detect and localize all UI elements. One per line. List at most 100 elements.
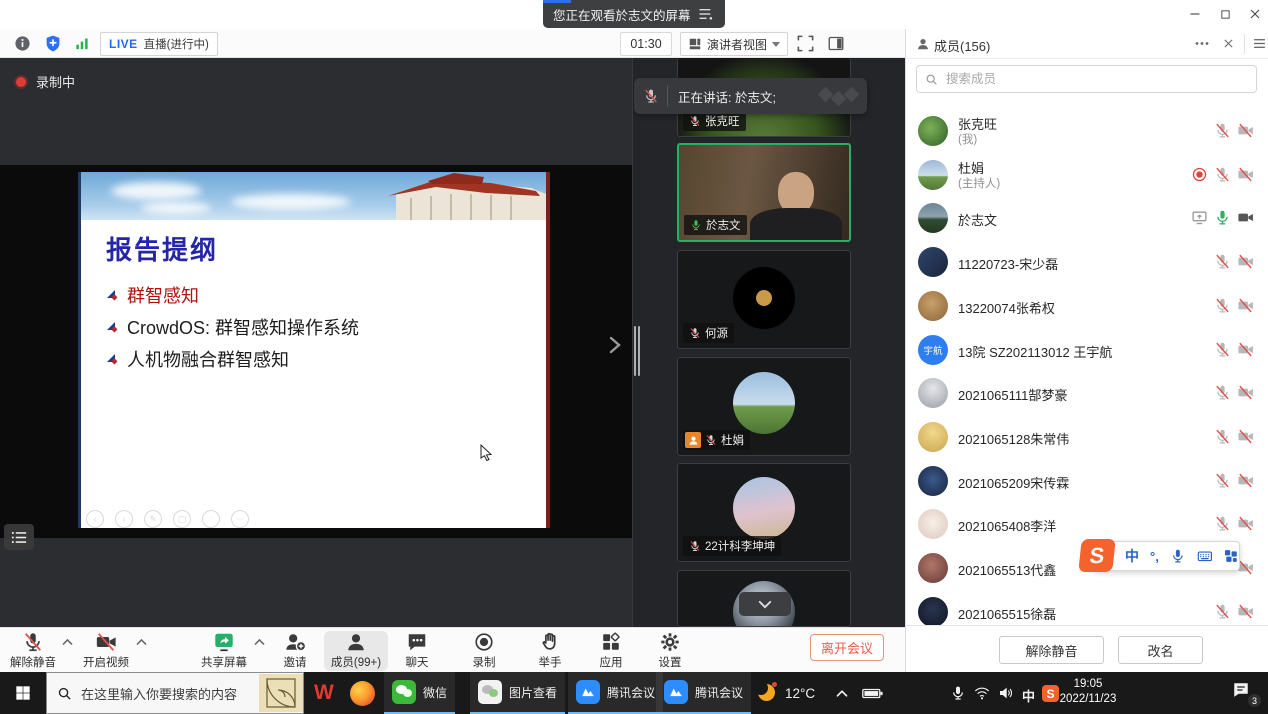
member-search[interactable] [916,65,1257,93]
avatar [918,160,948,190]
chat-button[interactable]: 聊天 [385,631,449,671]
avatar [918,378,948,408]
slide-banner-image [81,172,546,220]
member-row[interactable]: 13220074张希权 [906,284,1268,328]
member-row[interactable]: 杜娟 (主持人) [906,153,1268,197]
video-tile-heyuan[interactable]: 何源 [677,250,851,349]
more-options-icon[interactable] [1194,41,1210,46]
wechat-icon [392,680,416,704]
mic-muted-icon [1214,428,1231,445]
battery-icon[interactable] [862,687,883,700]
ime-lang-toggle[interactable]: 中 [1125,546,1139,566]
camera-muted-icon [1237,253,1254,270]
agenda-list-button[interactable] [4,524,34,550]
share-screen-button[interactable]: 共享屏幕 [192,631,256,671]
video-tile-yuzhiwen-active[interactable]: 於志文 [677,143,851,242]
settings-button[interactable]: 设置 [638,631,702,671]
tooltip-menu-icon[interactable] [699,8,713,20]
member-row[interactable]: 张克旺 (我) [906,109,1268,153]
member-row[interactable]: 2021065209宋传霖 [906,459,1268,503]
fullscreen-icon[interactable] [796,34,815,53]
close-panel-icon[interactable] [1223,38,1234,49]
meeting-toolbar: LIVE 直播(进行中) 01:30 演讲者视图 [0,29,905,58]
member-row[interactable]: 於志文 [906,196,1268,240]
mic-muted-icon [689,540,701,552]
network-signal-icon[interactable] [74,36,90,51]
taskbar-app-tencent-meeting-1[interactable]: 腾讯会议 [568,672,663,714]
live-badge: LIVE [109,37,138,51]
unmute-all-button[interactable]: 解除静音 [999,636,1104,664]
avatar [918,422,948,452]
member-row[interactable]: 2021065128朱常伟 [906,415,1268,459]
view-mode-selector[interactable]: 演讲者视图 [680,32,788,56]
taskbar-app-wechat[interactable]: 微信 [384,672,455,714]
recording-dot-icon [16,77,26,87]
tray-mic-icon[interactable] [950,685,966,701]
search-icon [57,686,72,701]
thumbnail-scrollbar[interactable] [634,326,640,376]
minimize-button[interactable] [1185,4,1205,24]
member-role: (我) [958,131,977,147]
start-video-button[interactable]: 开启视频 [74,631,138,671]
collapse-thumbnails-button[interactable] [739,592,791,616]
tile-name-pill: 杜娟 [683,430,750,450]
video-tile-likunkun[interactable]: 22计科李坤坤 [677,463,851,562]
golden-spiral-app[interactable] [259,674,303,712]
screen-sharing-icon [1191,209,1208,226]
ime-voice-icon[interactable] [1170,548,1186,564]
record-button[interactable]: 录制 [452,631,516,671]
slide-left-strip [78,172,81,528]
member-name: 13院 SZ202113012 王宇航 [958,342,1112,361]
maximize-button[interactable] [1215,4,1235,24]
weather-moon-icon [756,682,778,704]
mic-options-chevron[interactable] [62,638,73,646]
taskbar-clock[interactable]: 19:05 2022/11/23 [1052,677,1124,707]
notification-center-button[interactable]: 3 [1232,681,1258,705]
ime-keyboard-icon[interactable] [1197,548,1213,564]
live-status-box[interactable]: LIVE 直播(进行中) [100,32,218,56]
panel-menu-icon[interactable] [1253,38,1266,49]
presentation-slide: 报告提纲 群智感知 CrowdOS: 群智感知操作系统 人机物融合群智感知 ‹›… [78,172,550,528]
presenter-toolbar[interactable]: ‹›✎▢◌⋯ [86,510,249,528]
taskbar-weather[interactable]: 12°C [748,672,823,714]
member-row[interactable]: 2021065111郜梦豪 [906,371,1268,415]
avatar [918,247,948,277]
taskbar-app-firefox[interactable] [342,672,383,714]
tray-expand-chevron[interactable] [836,689,848,698]
close-button[interactable] [1245,4,1265,24]
layout-icon [688,37,702,51]
raise-hand-button[interactable]: 举手 [518,631,582,671]
speaker-icon[interactable] [998,685,1014,701]
avatar [918,203,948,233]
tray-ime-lang[interactable]: 中 [1022,686,1038,702]
ime-toolbar: 中 °, [1094,541,1240,571]
taskbar-app-image-viewer[interactable]: 图片查看 [470,672,565,714]
security-shield-icon[interactable] [44,34,62,53]
member-row[interactable]: 11220723-宋少磊 [906,240,1268,284]
weather-temperature: 12°C [785,686,815,701]
member-search-input[interactable] [944,71,1248,87]
sogou-logo[interactable]: S [1078,539,1115,572]
rename-button[interactable]: 改名 [1118,636,1203,664]
live-status-text: 直播(进行中) [144,36,209,52]
taskbar-app-wps[interactable]: W [306,672,342,714]
list-icon [11,531,27,544]
expand-thumbnails-chevron[interactable] [607,336,623,354]
mic-muted-icon [1214,472,1231,489]
video-options-chevron[interactable] [136,638,147,646]
start-button[interactable] [0,672,46,714]
panel-toggle-icon[interactable] [827,34,845,53]
apps-button[interactable]: 应用 [579,631,643,671]
member-row[interactable]: 宇航 13院 SZ202113012 王宇航 [906,328,1268,372]
video-tile-dujuan[interactable]: 杜娟 [677,357,851,456]
members-button[interactable]: 成员(99+) [324,631,388,671]
wifi-icon[interactable] [974,685,990,701]
meeting-info-icon[interactable] [14,35,31,52]
taskbar-app-tencent-meeting-2[interactable]: 腾讯会议 [656,672,751,714]
ime-punctuation-toggle[interactable]: °, [1150,549,1159,564]
leave-meeting-button[interactable]: 离开会议 [810,634,884,661]
unmute-button[interactable]: 解除静音 [1,631,65,671]
ime-toolbox-icon[interactable] [1223,548,1239,564]
invite-button[interactable]: 邀请 [263,631,327,671]
member-name: 2021065515徐磊 [958,604,1056,623]
